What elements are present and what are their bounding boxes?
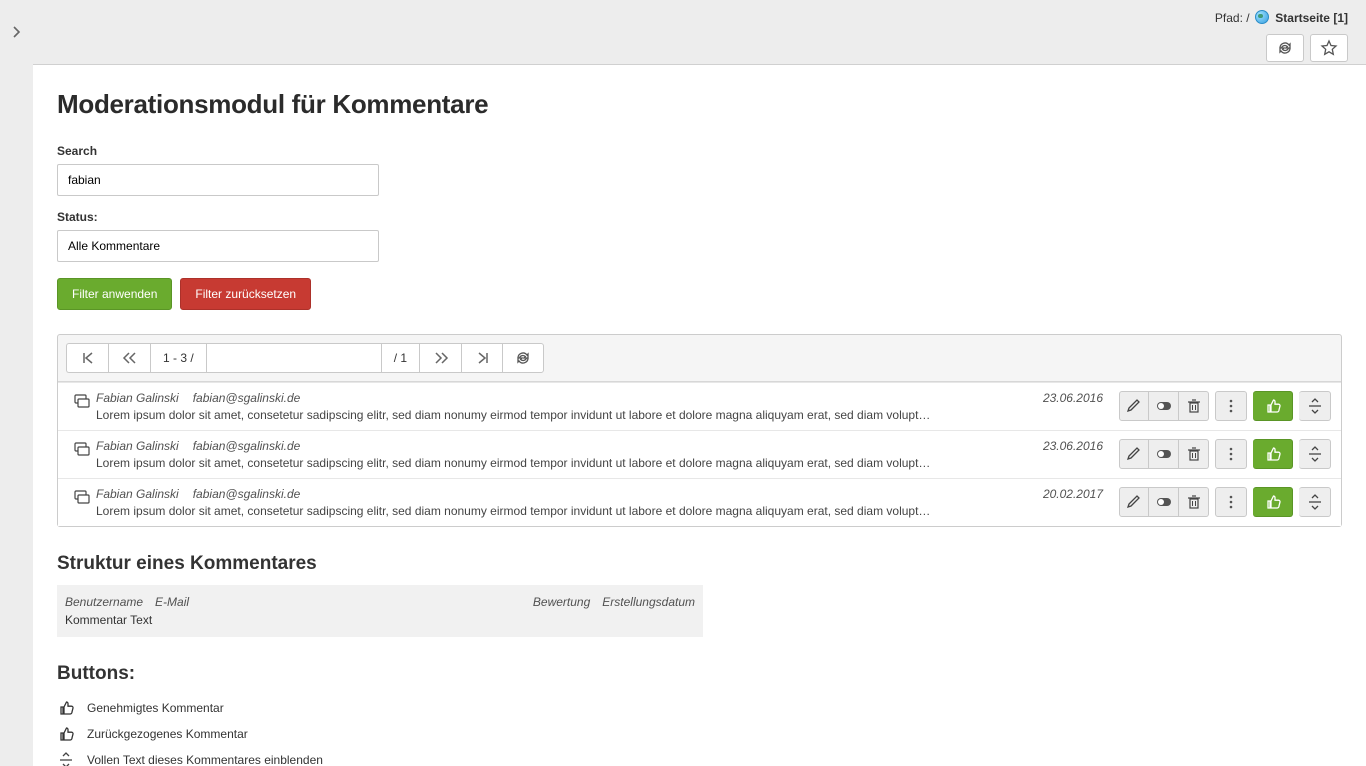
comment-author: Fabian Galinski: [96, 439, 179, 453]
comments-icon: [68, 439, 96, 459]
comment-list-panel: 1 - 3 / / 1 Fabian Galinski fabian@sgalin…: [57, 334, 1342, 527]
toggle-visibility-button[interactable]: [1149, 487, 1179, 517]
comment-text: Lorem ipsum dolor sit amet, consetetur s…: [96, 456, 1103, 470]
breadcrumb: Pfad: / Startseite [1]: [1215, 10, 1348, 25]
comments-icon: [68, 391, 96, 411]
toggle-visibility-button[interactable]: [1149, 391, 1179, 421]
structure-email: E-Mail: [155, 595, 189, 609]
sidebar-expand-button[interactable]: [0, 0, 33, 64]
apply-filter-button[interactable]: Filter anwenden: [57, 278, 172, 310]
toggle-visibility-button[interactable]: [1149, 439, 1179, 469]
comment-date: 23.06.2016: [1043, 439, 1103, 453]
page-range-label: 1 - 3 /: [150, 343, 206, 373]
comment-text: Lorem ipsum dolor sit amet, consetetur s…: [96, 504, 1103, 518]
globe-icon: [1255, 10, 1269, 24]
comment-row: Fabian Galinski fabian@sgalinski.de 20.02.…: [58, 478, 1341, 526]
delete-button[interactable]: [1179, 439, 1209, 469]
structure-created: Erstellungsdatum: [602, 595, 695, 609]
legend-approved: Genehmigtes Kommentar: [87, 701, 224, 715]
structure-username: Benutzername: [65, 595, 143, 609]
comment-email: fabian@sgalinski.de: [193, 487, 301, 501]
thumbs-up-icon: [57, 699, 75, 717]
more-actions-button[interactable]: [1215, 487, 1247, 517]
button-legend: Genehmigtes Kommentar Zurückgezogenes Ko…: [57, 695, 1342, 766]
content-frame: Moderationsmodul für Kommentare Search S…: [33, 64, 1366, 766]
delete-button[interactable]: [1179, 487, 1209, 517]
page-number-input[interactable]: [206, 343, 381, 373]
status-label: Status:: [57, 210, 1342, 224]
delete-button[interactable]: [1179, 391, 1209, 421]
approve-button[interactable]: [1253, 487, 1293, 517]
comments-icon: [68, 487, 96, 507]
comment-date: 20.02.2017: [1043, 487, 1103, 501]
approve-button[interactable]: [1253, 391, 1293, 421]
page-title: Moderationsmodul für Kommentare: [57, 89, 1342, 120]
reset-filter-button[interactable]: Filter zurücksetzen: [180, 278, 311, 310]
pagination-bar: 1 - 3 / / 1: [58, 335, 1341, 382]
edit-button[interactable]: [1119, 391, 1149, 421]
structure-text: Kommentar Text: [65, 613, 695, 627]
comment-row: Fabian Galinski fabian@sgalinski.de 23.06.…: [58, 430, 1341, 478]
reload-button[interactable]: [1266, 34, 1304, 62]
comment-email: fabian@sgalinski.de: [193, 439, 301, 453]
more-actions-button[interactable]: [1215, 391, 1247, 421]
breadcrumb-id: [1]: [1333, 11, 1348, 25]
expand-icon: [57, 751, 75, 766]
buttons-heading: Buttons:: [57, 663, 1342, 685]
comment-author: Fabian Galinski: [96, 391, 179, 405]
page-total-label: / 1: [381, 343, 419, 373]
structure-example: Benutzername E-Mail Bewertung Erstellung…: [57, 585, 703, 637]
comment-row: Fabian Galinski fabian@sgalinski.de 23.06.…: [58, 382, 1341, 430]
page-reload-button[interactable]: [502, 343, 544, 373]
approve-button[interactable]: [1253, 439, 1293, 469]
legend-expand: Vollen Text dieses Kommentares einblende…: [87, 753, 323, 766]
expand-text-button[interactable]: [1299, 487, 1331, 517]
breadcrumb-page[interactable]: Startseite: [1275, 11, 1330, 25]
structure-heading: Struktur eines Kommentares: [57, 553, 1342, 575]
expand-text-button[interactable]: [1299, 391, 1331, 421]
page-next-button[interactable]: [419, 343, 461, 373]
page-last-button[interactable]: [461, 343, 503, 373]
more-actions-button[interactable]: [1215, 439, 1247, 469]
breadcrumb-prefix: Pfad: /: [1215, 11, 1253, 25]
page-first-button[interactable]: [66, 343, 108, 373]
edit-button[interactable]: [1119, 439, 1149, 469]
comment-author: Fabian Galinski: [96, 487, 179, 501]
comment-email: fabian@sgalinski.de: [193, 391, 301, 405]
page-prev-button[interactable]: [108, 343, 150, 373]
search-label: Search: [57, 144, 1342, 158]
structure-rating: Bewertung: [533, 595, 590, 609]
status-select[interactable]: [57, 230, 379, 262]
comment-text: Lorem ipsum dolor sit amet, consetetur s…: [96, 408, 1103, 422]
comment-date: 23.06.2016: [1043, 391, 1103, 405]
expand-text-button[interactable]: [1299, 439, 1331, 469]
search-input[interactable]: [57, 164, 379, 196]
legend-retracted: Zurückgezogenes Kommentar: [87, 727, 248, 741]
edit-button[interactable]: [1119, 487, 1149, 517]
bookmark-button[interactable]: [1310, 34, 1348, 62]
thumbs-up-icon: [57, 725, 75, 743]
